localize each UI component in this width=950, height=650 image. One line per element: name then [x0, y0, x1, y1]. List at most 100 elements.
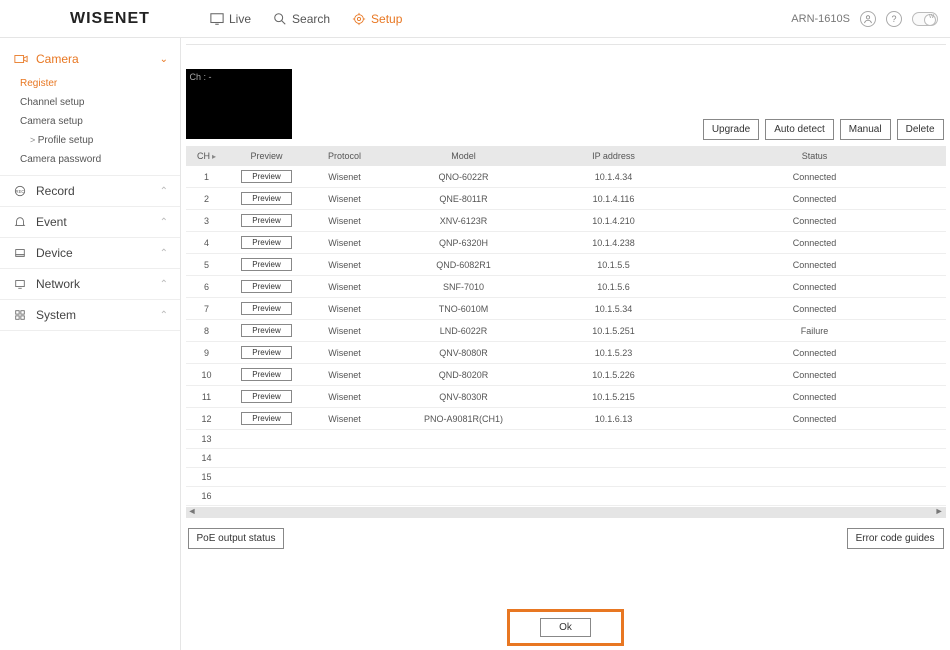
logo: WISENET [12, 10, 180, 28]
table-row[interactable]: 14 [186, 449, 946, 468]
chevron-up-icon: ⌃ [160, 310, 168, 321]
table-row[interactable]: 16 [186, 487, 946, 506]
sidebar-event[interactable]: Event ⌃ [0, 207, 180, 237]
device-icon [14, 247, 30, 259]
cell-protocol: Wisenet [306, 188, 384, 210]
search-icon [273, 12, 287, 26]
preview-button[interactable]: Preview [241, 170, 291, 183]
sidebar-record[interactable]: REC Record ⌃ [0, 176, 180, 206]
table-row[interactable]: 3PreviewWisenetXNV-6123R10.1.4.210Connec… [186, 210, 946, 232]
table-row[interactable]: 10PreviewWisenetQND-8020R10.1.5.226Conne… [186, 364, 946, 386]
table-row[interactable]: 13 [186, 430, 946, 449]
ok-button[interactable]: Ok [540, 618, 591, 637]
col-model: Model [384, 146, 544, 166]
monitor-icon [210, 12, 224, 26]
sidebar-camera-password[interactable]: Camera password [20, 150, 180, 169]
preview-button[interactable]: Preview [241, 412, 291, 425]
auto-detect-button[interactable]: Auto detect [765, 119, 834, 140]
table-row[interactable]: 4PreviewWisenetQNP-6320H10.1.4.238Connec… [186, 232, 946, 254]
preview-button[interactable]: Preview [241, 280, 291, 293]
cell-status: Connected [684, 386, 946, 408]
cell-ip: 10.1.5.34 [544, 298, 684, 320]
table-row[interactable]: 1PreviewWisenetQNO-6022R10.1.4.34Connect… [186, 166, 946, 188]
col-protocol: Protocol [306, 146, 384, 166]
sidebar-system[interactable]: System ⌃ [0, 300, 180, 330]
cell-model: SNF-7010 [384, 276, 544, 298]
table-row[interactable]: 8PreviewWisenetLND-6022R10.1.5.251Failur… [186, 320, 946, 342]
table-row[interactable]: 6PreviewWisenetSNF-701010.1.5.6Connected [186, 276, 946, 298]
cell-protocol: Wisenet [306, 232, 384, 254]
preview-channel-label: Ch : - [190, 72, 212, 82]
table-row[interactable]: 9PreviewWisenetQNV-8080R10.1.5.23Connect… [186, 342, 946, 364]
col-ch[interactable]: CH▸ [186, 146, 228, 166]
sidebar-channel-setup[interactable]: Channel setup [20, 93, 180, 112]
cell-ch: 7 [186, 298, 228, 320]
table-row[interactable]: 2PreviewWisenetQNE-8011R10.1.4.116Connec… [186, 188, 946, 210]
cell-status: Connected [684, 342, 946, 364]
toolbar: Upgrade Auto detect Manual Delete [186, 119, 946, 140]
sidebar-camera[interactable]: Camera ⌄ [0, 44, 180, 74]
sidebar-camera-label: Camera [36, 52, 79, 66]
user-icon[interactable] [860, 11, 876, 27]
cell-ch: 14 [186, 449, 228, 468]
table-row[interactable]: 12PreviewWisenetPNO-A9081R(CH1)10.1.6.13… [186, 408, 946, 430]
sidebar-camera-setup[interactable]: Camera setup [20, 112, 180, 131]
sidebar-system-label: System [36, 308, 76, 322]
cell-status: Connected [684, 276, 946, 298]
sidebar-register[interactable]: Register [20, 74, 180, 93]
preview-button[interactable]: Preview [241, 368, 291, 381]
poe-status-button[interactable]: PoE output status [188, 528, 285, 549]
tab-search[interactable]: Search [273, 12, 330, 26]
sidebar-network-label: Network [36, 277, 80, 291]
table-row[interactable]: 15 [186, 468, 946, 487]
preview-button[interactable]: Preview [241, 236, 291, 249]
sidebar-device[interactable]: Device ⌃ [0, 238, 180, 268]
chevron-up-icon: ⌃ [160, 279, 168, 290]
toggle-switch[interactable] [912, 12, 938, 26]
manual-button[interactable]: Manual [840, 119, 891, 140]
sidebar-network[interactable]: Network ⌃ [0, 269, 180, 299]
table-row[interactable]: 11PreviewWisenetQNV-8030R10.1.5.215Conne… [186, 386, 946, 408]
cell-model: QNP-6320H [384, 232, 544, 254]
sidebar-record-label: Record [36, 184, 75, 198]
table-row[interactable]: 5PreviewWisenetQND-6082R110.1.5.5Connect… [186, 254, 946, 276]
tab-setup[interactable]: Setup [352, 12, 402, 26]
table-row[interactable]: 7PreviewWisenetTNO-6010M10.1.5.34Connect… [186, 298, 946, 320]
network-icon [14, 278, 30, 290]
cell-ch: 5 [186, 254, 228, 276]
cell-status: Connected [684, 166, 946, 188]
chevron-down-icon: ⌄ [160, 54, 168, 65]
preview-button[interactable]: Preview [241, 324, 291, 337]
cell-status: Connected [684, 298, 946, 320]
preview-button[interactable]: Preview [241, 346, 291, 359]
cell-status: Connected [684, 364, 946, 386]
preview-button[interactable]: Preview [241, 258, 291, 271]
help-icon[interactable]: ? [886, 11, 902, 27]
cell-protocol: Wisenet [306, 342, 384, 364]
preview-button[interactable]: Preview [241, 192, 291, 205]
cell-ip: 10.1.5.251 [544, 320, 684, 342]
error-guides-button[interactable]: Error code guides [847, 528, 944, 549]
cell-model: TNO-6010M [384, 298, 544, 320]
gear-icon [352, 12, 366, 26]
sidebar-profile-setup[interactable]: Profile setup [20, 131, 180, 150]
chevron-up-icon: ⌃ [160, 217, 168, 228]
delete-button[interactable]: Delete [897, 119, 944, 140]
bell-icon [14, 216, 30, 228]
cell-model: QND-8020R [384, 364, 544, 386]
col-status: Status [684, 146, 946, 166]
system-icon [14, 309, 30, 321]
tab-live-label: Live [229, 12, 251, 26]
horizontal-scrollbar[interactable] [186, 507, 946, 518]
preview-button[interactable]: Preview [241, 302, 291, 315]
cell-ip: 10.1.4.116 [544, 188, 684, 210]
preview-button[interactable]: Preview [241, 214, 291, 227]
cell-status: Connected [684, 188, 946, 210]
cell-ch: 10 [186, 364, 228, 386]
cell-ip: 10.1.4.34 [544, 166, 684, 188]
upgrade-button[interactable]: Upgrade [703, 119, 759, 140]
tab-live[interactable]: Live [210, 12, 251, 26]
cell-ch: 15 [186, 468, 228, 487]
preview-button[interactable]: Preview [241, 390, 291, 403]
cell-ch: 1 [186, 166, 228, 188]
